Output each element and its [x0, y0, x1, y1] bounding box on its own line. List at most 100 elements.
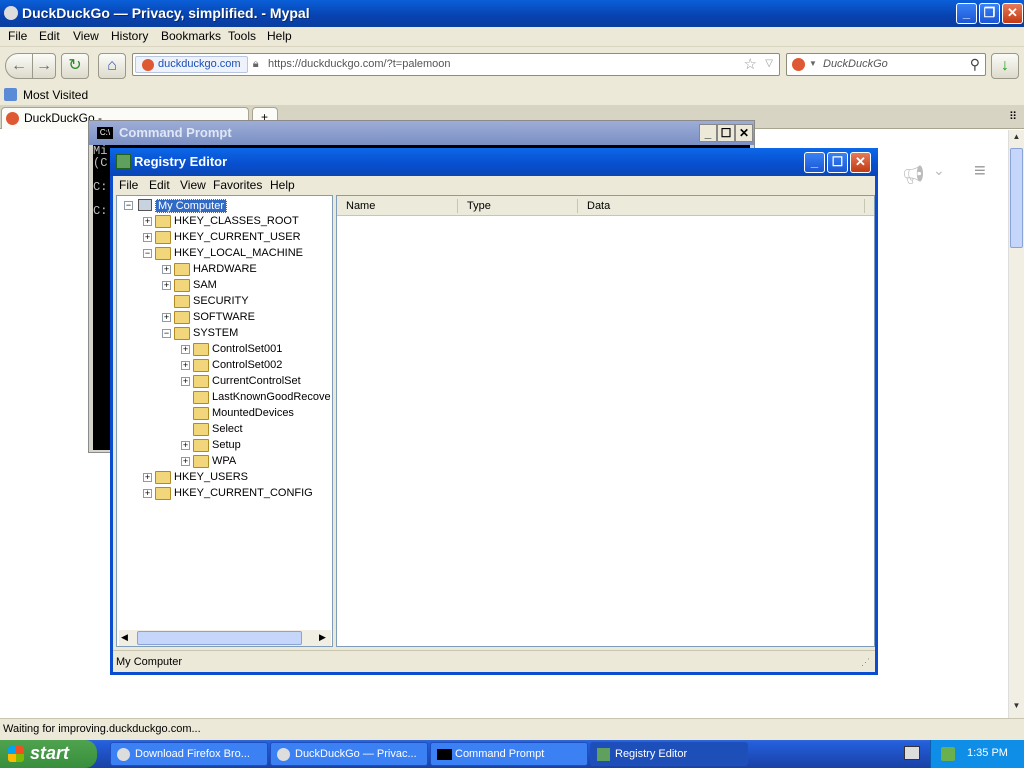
page-scrollbar[interactable]: ▲ ▼	[1008, 130, 1024, 718]
scroll-right-button[interactable]: ▶	[319, 632, 326, 643]
tree-horizontal-scrollbar[interactable]: ◀ ▶	[119, 630, 331, 646]
collapse-icon[interactable]: −	[124, 201, 133, 210]
minimize-button[interactable]: _	[956, 3, 977, 24]
clock[interactable]: 1:35 PM	[967, 747, 1008, 759]
column-divider[interactable]	[457, 199, 458, 213]
search-engine-dropdown-icon[interactable]: ▼	[809, 59, 817, 68]
collapse-icon[interactable]: −	[143, 249, 152, 258]
start-button[interactable]: start	[0, 740, 97, 768]
search-icon[interactable]: ⚲	[970, 56, 980, 73]
taskbar-item-command-prompt[interactable]: Command Prompt	[430, 742, 588, 766]
menu-history[interactable]: History	[111, 29, 148, 43]
resize-grip-icon[interactable]: ⋰	[861, 657, 870, 668]
megaphone-icon[interactable]: 📢︎	[902, 165, 925, 186]
tree-node-wpa[interactable]: + WPA	[181, 454, 331, 470]
tree-node-security[interactable]: SECURITY	[162, 294, 327, 310]
expand-icon[interactable]: +	[143, 217, 152, 226]
scroll-down-button[interactable]: ▼	[1010, 701, 1023, 715]
expand-icon[interactable]: +	[162, 281, 171, 290]
tree-node-controlset002[interactable]: + ControlSet002	[181, 358, 331, 374]
expand-icon[interactable]: +	[162, 313, 171, 322]
registry-values-list[interactable]: Name Type Data	[336, 195, 875, 647]
tree-scroll-thumb[interactable]	[137, 631, 302, 645]
close-button[interactable]: ✕	[1002, 3, 1023, 24]
taskbar-item-duckduckgo[interactable]: DuckDuckGo — Privac...	[270, 742, 428, 766]
tree-node-hklm[interactable]: − HKEY_LOCAL_MACHINE	[143, 246, 328, 262]
column-header-data[interactable]: Data	[587, 200, 610, 212]
chevron-down-icon[interactable]: ⌄	[933, 162, 945, 179]
regedit-menu-view[interactable]: View	[180, 178, 206, 192]
tree-node-hkcc[interactable]: + HKEY_CURRENT_CONFIG	[143, 486, 328, 502]
url-bar[interactable]: duckduckgo.com 🔒︎ https://duckduckgo.com/…	[132, 53, 780, 76]
regedit-menu-file[interactable]: File	[119, 178, 138, 192]
cmd-title-bar[interactable]: C:\ Command Prompt _ ☐ ✕	[89, 121, 754, 145]
scroll-thumb[interactable]	[1010, 148, 1023, 248]
taskbar-item-download-firefox[interactable]: Download Firefox Bro...	[110, 742, 268, 766]
url-dropdown-icon[interactable]: ▽	[765, 58, 773, 69]
column-divider[interactable]	[577, 199, 578, 213]
collapse-icon[interactable]: −	[162, 329, 171, 338]
tree-node-select[interactable]: Select	[181, 422, 331, 438]
home-button[interactable]: ⌂	[98, 53, 126, 79]
expand-icon[interactable]: +	[143, 233, 152, 242]
cmd-close-button[interactable]: ✕	[735, 124, 753, 142]
expand-icon[interactable]: +	[181, 441, 190, 450]
tree-node-currentcontrolset[interactable]: + CurrentControlSet	[181, 374, 331, 390]
expand-icon[interactable]: +	[162, 265, 171, 274]
keyboard-icon[interactable]	[904, 746, 920, 760]
tree-node-sam[interactable]: + SAM	[162, 278, 327, 294]
expand-icon[interactable]: +	[181, 361, 190, 370]
registry-editor-window[interactable]: Registry Editor _ ☐ ✕ File Edit View Fav…	[110, 148, 878, 675]
tree-node-hardware[interactable]: + HARDWARE	[162, 262, 327, 278]
registry-tree[interactable]: − My Computer + HKEY_CLASSES_ROOT + HKEY_C…	[116, 195, 333, 647]
tree-node-mounteddevices[interactable]: MountedDevices	[181, 406, 331, 422]
menu-help[interactable]: Help	[267, 29, 292, 43]
tree-node-lastknowngood[interactable]: LastKnownGoodRecove	[181, 390, 331, 406]
expand-icon[interactable]: +	[181, 457, 190, 466]
regedit-title-bar[interactable]: Registry Editor _ ☐ ✕	[110, 148, 878, 176]
search-engine-icon[interactable]	[792, 58, 805, 71]
tab-list-icon[interactable]: ⠿	[1009, 110, 1017, 123]
search-box[interactable]: ▼ DuckDuckGo ⚲	[786, 53, 986, 76]
expand-icon[interactable]: +	[181, 377, 190, 386]
cmd-maximize-button[interactable]: ☐	[717, 124, 735, 142]
tree-node-software[interactable]: + SOFTWARE	[162, 310, 327, 326]
menu-bookmarks[interactable]: Bookmarks	[161, 29, 221, 43]
tree-node-hkcr[interactable]: + HKEY_CLASSES_ROOT	[143, 214, 328, 230]
forward-button[interactable]: →	[32, 53, 56, 79]
hamburger-menu-icon[interactable]: ≡	[974, 160, 986, 183]
expand-icon[interactable]: +	[143, 473, 152, 482]
bookmark-star-icon[interactable]: ☆	[744, 55, 757, 73]
tree-node-setup[interactable]: + Setup	[181, 438, 331, 454]
network-icon[interactable]	[941, 747, 955, 761]
menu-tools[interactable]: Tools	[228, 29, 256, 43]
regedit-maximize-button[interactable]: ☐	[827, 152, 848, 173]
scroll-left-button[interactable]: ◀	[121, 632, 128, 643]
back-button[interactable]: ←	[5, 53, 33, 79]
tree-node-hku[interactable]: + HKEY_USERS	[143, 470, 328, 486]
expand-icon[interactable]: +	[143, 489, 152, 498]
site-identity-button[interactable]: duckduckgo.com 🔒︎	[135, 56, 259, 73]
taskbar-item-registry-editor[interactable]: Registry Editor	[590, 742, 748, 766]
menu-edit[interactable]: Edit	[39, 29, 60, 43]
regedit-close-button[interactable]: ✕	[850, 152, 871, 173]
tree-node-my-computer[interactable]: − My Computer	[124, 198, 324, 214]
tree-node-hkcu[interactable]: + HKEY_CURRENT_USER	[143, 230, 328, 246]
menu-file[interactable]: File	[8, 29, 27, 43]
most-visited-bookmark[interactable]: Most Visited	[23, 88, 88, 102]
column-header-name[interactable]: Name	[346, 200, 375, 212]
reload-button[interactable]: ↻	[61, 53, 89, 79]
menu-view[interactable]: View	[73, 29, 99, 43]
downloads-button[interactable]: ↓	[991, 53, 1019, 79]
regedit-menu-help[interactable]: Help	[270, 178, 295, 192]
tree-node-controlset001[interactable]: + ControlSet001	[181, 342, 331, 358]
regedit-menu-favorites[interactable]: Favorites	[213, 178, 262, 192]
restore-button[interactable]: ❐	[979, 3, 1000, 24]
expand-icon[interactable]: +	[181, 345, 190, 354]
column-divider[interactable]	[864, 199, 865, 213]
column-header-type[interactable]: Type	[467, 200, 491, 212]
scroll-up-button[interactable]: ▲	[1010, 132, 1023, 146]
cmd-minimize-button[interactable]: _	[699, 124, 717, 142]
regedit-minimize-button[interactable]: _	[804, 152, 825, 173]
regedit-menu-edit[interactable]: Edit	[149, 178, 170, 192]
